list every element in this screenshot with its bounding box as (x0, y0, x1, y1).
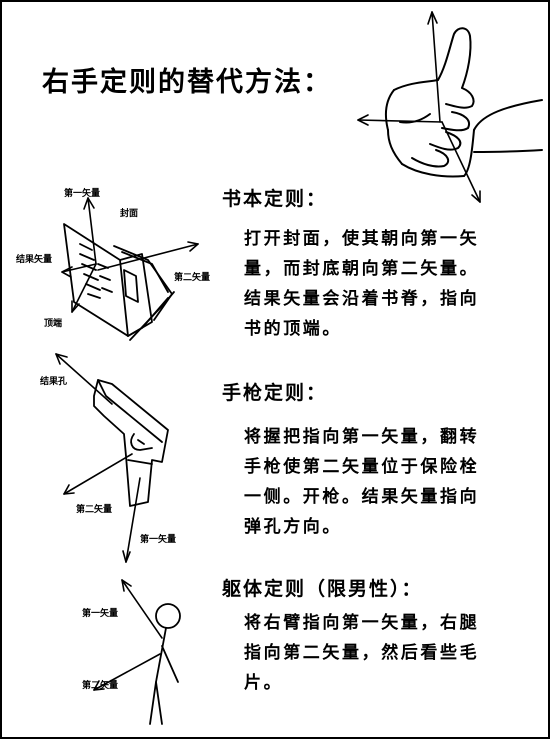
book-label-top: 顶端 (44, 319, 63, 329)
body-rule-heading: 躯体定则（限男性）： (222, 578, 423, 600)
gun-rule-line: 手枪使第二矢量位于保险栓 (244, 457, 480, 477)
book-label-first-vector: 第一矢量 (64, 189, 101, 199)
book-label-result-vector: 结果矢量 (16, 255, 53, 265)
book-drawing (63, 223, 175, 341)
gun-rule-line: 弹孔方向。 (244, 517, 342, 537)
gun-rule-line: 一侧。开枪。结果矢量指向 (244, 487, 480, 507)
body-rule-line: 指向第二矢量，然后看些毛 (244, 643, 480, 663)
book-label-cover: 封面 (120, 209, 139, 219)
book-rule-body: 打开封面，使其朝向第一矢 量，而封底朝向第二矢量。 结果矢量会沿着书脊，指向 书… (244, 224, 479, 344)
book-rule-line: 量，而封底朝向第二矢量。 (244, 259, 480, 279)
body-label-first-vector: 第一矢量 (82, 609, 119, 619)
gun-label-first-vector: 第一矢量 (140, 535, 177, 545)
book-rule-line: 书的顶端。 (244, 319, 342, 339)
book-rule-heading: 书本定则： (222, 188, 328, 210)
gun-vectors (55, 353, 141, 563)
body-rule-line: 将右臂指向第一矢量，右腿 (244, 613, 480, 633)
body-label-second-vector: 第二矢量 (82, 681, 119, 691)
body-rule-body: 将右臂指向第一矢量，右腿 指向第二矢量，然后看些毛 片。 (244, 608, 479, 698)
comic-panel: 右手定则的替代方法： 书本定则： 打开封面，使其朝向第一矢 量，而封底朝向第二矢… (0, 0, 550, 739)
gun-label-second-vector: 第二矢量 (76, 505, 113, 515)
gun-rule-body: 将握把指向第一矢量，翻转 手枪使第二矢量位于保险栓 一侧。开枪。结果矢量指向 弹… (244, 422, 479, 542)
book-rule-line: 结果矢量会沿着书脊，指向 (244, 289, 480, 309)
book-label-second-vector: 第二矢量 (174, 273, 211, 283)
body-vectors (93, 579, 163, 691)
body-rule-line: 片。 (244, 673, 284, 693)
gun-rule-heading: 手枪定则： (222, 382, 328, 404)
right-hand-drawing (385, 27, 543, 178)
gun-rule-line: 将握把指向第一矢量，翻转 (244, 427, 480, 447)
book-rule-line: 打开封面，使其朝向第一矢 (244, 229, 480, 249)
gun-label-bullet-hole: 结果孔 (40, 377, 68, 387)
stick-figure-drawing (149, 603, 181, 725)
